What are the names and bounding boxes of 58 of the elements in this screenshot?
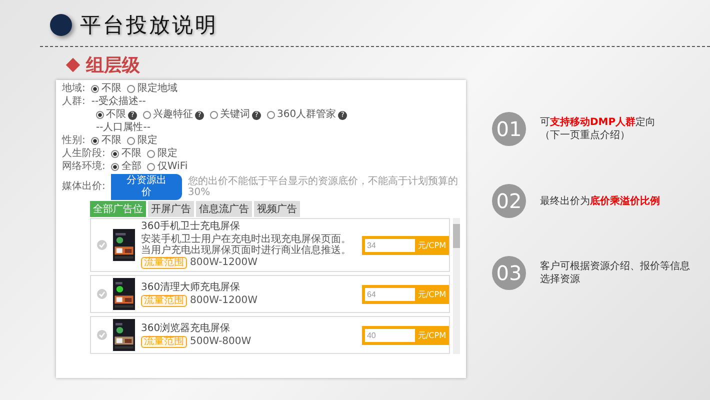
traffic-range: 500W-800W xyxy=(190,336,252,348)
radio-button[interactable] xyxy=(147,163,156,171)
step-text: 客户可根据资源介绍、报价等信息选择资源 xyxy=(540,260,690,286)
radio-button[interactable] xyxy=(210,111,218,119)
step-text: 最终出价为底价乘溢价比例 xyxy=(540,194,661,208)
option-label: 不限 xyxy=(106,109,126,121)
tab[interactable]: 开屏广告 xyxy=(148,201,194,217)
radio-button[interactable] xyxy=(91,137,100,145)
option-label: 兴趣特征 xyxy=(153,109,193,121)
option-label: 仅WiFi xyxy=(157,161,188,173)
check-icon[interactable] xyxy=(97,330,107,340)
step-number: 01 xyxy=(492,112,526,146)
field-label: 人群: xyxy=(62,96,86,108)
section-title: 组层级 xyxy=(86,54,140,77)
option-label: 限定地域 xyxy=(137,83,178,95)
group-heading: --人口属性-- xyxy=(96,122,150,134)
check-icon[interactable] xyxy=(97,240,107,250)
traffic-range: 800W-1200W xyxy=(190,257,258,269)
option-label: 限定 xyxy=(157,148,178,160)
radio-button[interactable] xyxy=(111,150,120,158)
group-heading: --受众描述-- xyxy=(91,96,146,108)
resource-description: 安装手机卫士用户在充电时出现充电屏保页面。当用户充电出现屏保页面时进行商业信息推送。 xyxy=(141,234,352,256)
radio-button[interactable] xyxy=(111,163,120,171)
radio-button[interactable] xyxy=(96,111,104,119)
option-label: 关键词 xyxy=(220,109,250,121)
option-label: 全部 xyxy=(121,161,142,173)
option-label: 不限 xyxy=(121,148,142,160)
tab[interactable]: 视频广告 xyxy=(254,201,300,217)
slide-title: 平台投放说明 xyxy=(80,12,218,39)
resource-title: 360手机卫士充电屏保 xyxy=(141,221,242,233)
bid-button[interactable]: 分资源出价 xyxy=(111,174,182,200)
field-label: 网络环境: xyxy=(62,161,106,173)
field-label: 性别: xyxy=(62,135,86,147)
hint-text: 您的出价不能低于平台显示的资源底价，不能高于计划预算的30% xyxy=(188,176,459,198)
option-label: 不限 xyxy=(101,135,122,147)
option-label: 不限 xyxy=(101,83,122,95)
field-label: 人生阶段: xyxy=(62,148,106,160)
radio-button[interactable] xyxy=(91,85,100,93)
tab[interactable]: 信息流广告 xyxy=(196,201,252,217)
step-text: 可支持移动DMP人群定向 xyxy=(540,116,657,129)
check-icon[interactable] xyxy=(97,289,107,299)
field-label: 地域: xyxy=(62,83,86,95)
resource-title: 360清理大师充电屏保 xyxy=(141,282,242,294)
bullet-icon xyxy=(50,14,72,36)
option-label: 360人群管家 xyxy=(277,109,336,121)
field-label: 媒体出价: xyxy=(62,181,106,193)
traffic-range: 800W-1200W xyxy=(190,294,258,306)
radio-button[interactable] xyxy=(267,111,275,119)
step-number: 02 xyxy=(492,184,526,218)
resource-title: 360浏览器充电屏保 xyxy=(141,322,232,334)
radio-button[interactable] xyxy=(127,137,136,145)
scrollbar[interactable] xyxy=(453,218,460,354)
radio-button[interactable] xyxy=(143,111,151,119)
radio-button[interactable] xyxy=(127,85,136,93)
step-note: （下一页重点介绍） xyxy=(540,129,631,142)
option-label: 限定 xyxy=(137,135,158,147)
step-number: 03 xyxy=(492,256,526,290)
radio-button[interactable] xyxy=(147,150,156,158)
